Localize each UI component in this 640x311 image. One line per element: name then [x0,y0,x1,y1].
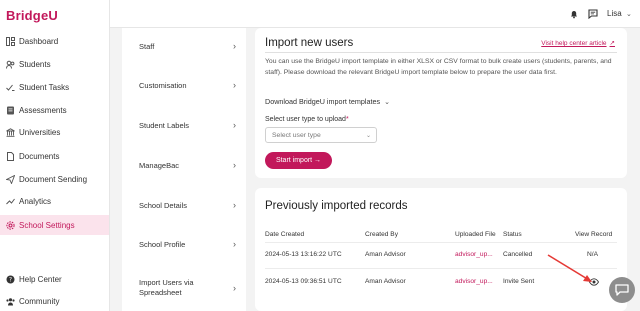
nav-item-document-sending[interactable]: Document Sending [0,169,109,189]
column-header: Status [503,231,522,238]
chevron-right-icon: › [233,120,236,130]
import-title: Import new users [265,37,354,49]
svg-text:?: ? [9,276,12,283]
settings-submenu: Staff › Customisation › Student Labels ›… [122,28,246,311]
students-icon [6,60,15,69]
user-type-label: Select user type to upload* [265,116,349,123]
nav-label: Student Tasks [19,82,70,92]
submenu-label: School Details [139,200,187,210]
support-chat-button[interactable] [609,277,635,303]
help-icon: ? [6,275,15,284]
left-nav: BridgeU Dashboard Students Student Tasks… [0,0,110,311]
start-import-button[interactable]: Start import → [265,152,332,169]
settings-icon [6,220,15,230]
submenu-item-school-details[interactable]: School Details › [122,198,246,212]
records-title: Previously imported records [265,200,408,212]
cell-status: Cancelled [503,251,533,258]
user-type-select[interactable]: Select user type ⌄ [265,127,377,143]
nav-label: Documents [19,151,60,161]
nav-item-community[interactable]: Community [0,291,109,311]
cell-created-by: Aman Advisor [365,278,406,285]
submenu-label: School Profile [139,239,186,249]
user-name[interactable]: Lisa [607,9,622,18]
nav-item-universities[interactable]: Universities [0,122,109,142]
select-placeholder: Select user type [272,131,321,139]
help-link-label: Visit help center article [541,40,607,47]
divider [265,52,617,53]
bridgeu-logo[interactable]: BridgeU [6,8,58,23]
chevron-down-icon: ⌄ [384,99,390,106]
nav-label: Document Sending [19,174,88,184]
chat-icon[interactable] [588,9,598,19]
submenu-item-customisation[interactable]: Customisation › [122,78,246,92]
nav-label: Analytics [19,196,52,206]
submenu-item-import-users[interactable]: Import Users via Spreadsheet › [122,276,246,300]
documents-icon [6,151,15,161]
cell-date: 2024-05-13 13:16:22 UTC [265,251,342,258]
nav-item-analytics[interactable]: Analytics [0,191,109,211]
nav-item-assessments[interactable]: Assessments [0,100,109,120]
submenu-item-staff[interactable]: Staff › [122,39,246,53]
cell-created-by: Aman Advisor [365,251,406,258]
column-header: Uploaded File [455,231,496,238]
import-description: You can use the BridgeU import template … [265,58,612,76]
chat-bubble-icon [615,284,629,296]
download-label: Download BridgeU import templates [265,97,381,106]
community-icon [6,297,15,306]
row-divider [265,242,617,243]
top-bar [110,0,640,28]
uploaded-file-link[interactable]: advisor_up... [455,251,493,258]
chevron-right-icon: › [233,160,236,170]
submenu-label: Import Users via Spreadsheet [139,278,194,297]
import-card: Import new users Visit help center artic… [255,28,627,178]
chevron-right-icon: › [233,239,236,249]
chevron-down-icon: ⌄ [365,132,371,139]
analytics-icon [6,197,15,206]
column-header: Created By [365,231,398,238]
nav-item-student-tasks[interactable]: Student Tasks [0,77,109,97]
universities-icon [6,127,15,137]
chevron-right-icon: › [233,41,236,51]
chevron-right-icon: › [233,283,236,293]
submenu-item-managebac[interactable]: ManageBac › [122,158,246,172]
help-center-link[interactable]: Visit help center article ↗ [541,39,615,47]
column-header: Date Created [265,231,305,238]
chevron-down-icon[interactable]: ⌄ [626,10,632,18]
nav-item-help-center[interactable]: ? Help Center [0,269,109,289]
tasks-icon [6,83,15,92]
nav-item-dashboard[interactable]: Dashboard [0,31,109,51]
nav-item-documents[interactable]: Documents [0,146,109,166]
required-mark: * [345,116,349,123]
assessments-icon [6,106,15,115]
download-templates-toggle[interactable]: Download BridgeU import templates ⌄ [265,97,390,106]
nav-label: Community [19,296,60,306]
annotation-arrow [547,254,592,282]
bell-icon[interactable] [569,9,579,19]
nav-item-school-settings[interactable]: School Settings [0,215,109,235]
nav-label: Dashboard [19,36,59,46]
nav-label: Universities [19,127,61,137]
nav-label: School Settings [19,220,75,230]
nav-label: Help Center [19,274,62,284]
nav-label: Assessments [19,105,67,115]
records-card: Previously imported records Date Created… [255,188,627,311]
send-icon [6,174,15,184]
submenu-item-school-profile[interactable]: School Profile › [122,237,246,251]
chevron-right-icon: › [233,80,236,90]
external-link-icon: ↗ [609,40,615,47]
user-type-label-text: Select user type to upload [265,116,346,123]
column-header: View Record [575,231,613,238]
dashboard-icon [6,36,15,46]
submenu-label: Student Labels [139,120,190,130]
cell-status: Invite Sent [503,278,535,285]
cell-date: 2024-05-13 09:36:51 UTC [265,278,342,285]
submenu-item-student-labels[interactable]: Student Labels › [122,118,246,132]
nav-item-students[interactable]: Students [0,54,109,74]
chevron-right-icon: › [233,200,236,210]
nav-label: Students [19,59,51,69]
submenu-label: Staff [139,41,155,51]
uploaded-file-link[interactable]: advisor_up... [455,278,493,285]
submenu-label: Customisation [139,80,187,90]
submenu-label: ManageBac [139,160,180,170]
